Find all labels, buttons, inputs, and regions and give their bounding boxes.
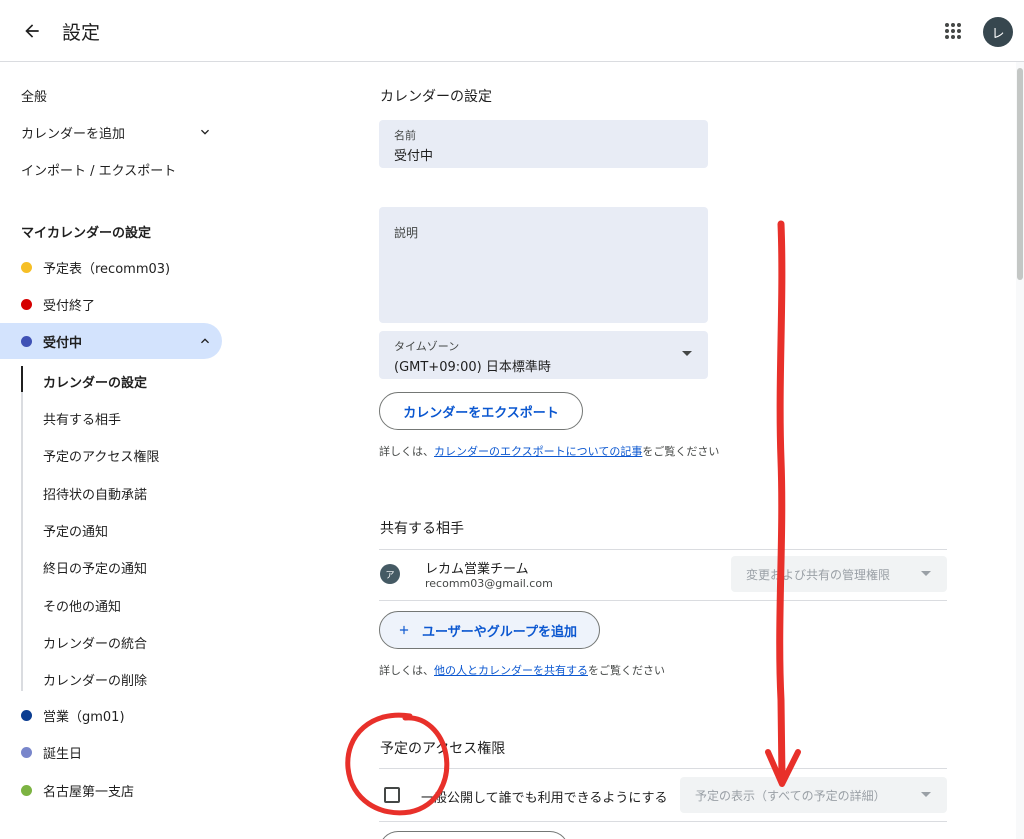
apps-button[interactable] [941,19,965,43]
sub-item-delete-calendar[interactable]: カレンダーの削除 [43,670,147,689]
sidebar-calendar-birthdays[interactable]: 誕生日 [0,734,222,770]
dropdown-arrow-icon [921,571,931,576]
description-field-label: 説明 [394,226,419,240]
permission-value: 変更および共有の管理権限 [746,567,891,582]
sub-item-event-notifications[interactable]: 予定の通知 [43,521,108,540]
calendar-label: 受付中 [43,335,83,351]
sub-item-calendar-settings[interactable]: カレンダーの設定 [43,372,147,391]
scrollbar-thumb[interactable] [1017,68,1023,280]
calendar-color-dot [21,709,32,721]
timezone-field-value: (GMT+09:00) 日本標準時 [394,360,551,375]
add-people-label: ユーザーやグループを追加 [422,624,577,640]
sub-item-auto-accept[interactable]: 招待状の自動承諾 [43,484,147,503]
sidebar-calendar-sales[interactable]: 営業（gm01) [0,697,222,733]
share-permission-select[interactable]: 変更および共有の管理権限 [731,556,947,592]
access-permissions-heading: 予定のアクセス権限 [380,741,506,757]
share-with-heading: 共有する相手 [380,521,464,537]
hint-suffix: をご覧ください [642,445,720,458]
settings-main: カレンダーの設定 名前 受付中 説明 タイムゾーン (GMT+09:00) 日本… [240,62,1024,839]
app-header: 設定 レ [0,0,1024,62]
sidebar-calendar-nagoya[interactable]: 名古屋第一支店 [0,772,222,808]
export-calendar-button[interactable]: カレンダーをエクスポート [379,392,583,430]
hint-prefix: 詳しくは、 [379,664,434,677]
shared-user-avatar: ア [380,564,400,584]
back-button[interactable] [18,17,46,45]
divider [379,549,947,550]
name-field[interactable]: 名前 受付中 [379,120,708,168]
calendar-color-dot [21,784,32,796]
sub-item-allday-notifications[interactable]: 終日の予定の通知 [43,558,147,577]
calendar-label: 予定表（recomm03) [43,261,171,277]
timezone-select[interactable]: タイムゾーン (GMT+09:00) 日本標準時 [379,331,708,379]
page-title: 設定 [62,22,101,44]
sub-item-integrate-calendar[interactable]: カレンダーの統合 [43,633,147,652]
share-article-link[interactable]: 他の人とカレンダーを共有する [434,664,588,677]
sidebar-calendar-yoteihyo[interactable]: 予定表（recomm03) [0,249,222,285]
dropdown-arrow-icon [921,792,931,797]
sidebar-calendar-accepting[interactable]: 受付中 [0,323,222,359]
divider [379,821,947,822]
partial-button[interactable] [379,831,569,839]
account-avatar[interactable]: レ [983,17,1013,47]
hint-suffix: をご覧ください [588,664,665,677]
calendar-label: 営業（gm01) [43,709,125,725]
sidebar-item-add-calendar[interactable]: カレンダーを追加 [0,114,222,150]
timezone-field-label: タイムゾーン [394,340,460,353]
visibility-value: 予定の表示（すべての予定の詳細） [695,788,886,803]
name-field-label: 名前 [394,129,416,142]
sidebar-item-label: カレンダーを追加 [21,126,126,142]
shared-user-email: recomm03@gmail.com [425,577,553,590]
my-calendars-heading: マイカレンダーの設定 [21,226,152,241]
calendar-color-dot [21,335,32,347]
name-field-value: 受付中 [394,149,434,164]
settings-sidebar: 全般 カレンダーを追加 インポート / エクスポート マイカレンダーの設定 予定… [0,62,240,839]
sub-nav-active-indicator [21,366,23,392]
dropdown-arrow-icon [682,351,692,356]
sidebar-item-label: 全般 [21,89,48,105]
export-hint: 詳しくは、カレンダーのエクスポートについての記事をご覧ください [379,443,719,459]
public-checkbox[interactable] [384,787,400,803]
arrow-left-icon [25,24,39,38]
public-visibility-select[interactable]: 予定の表示（すべての予定の詳細） [680,777,947,813]
hint-prefix: 詳しくは、 [379,445,434,458]
calendar-label: 受付終了 [43,298,96,314]
plus-icon [399,625,409,635]
export-article-link[interactable]: カレンダーのエクスポートについての記事 [434,445,642,458]
calendar-label: 誕生日 [43,746,83,762]
sidebar-calendar-closed[interactable]: 受付終了 [0,286,222,322]
sub-item-other-notifications[interactable]: その他の通知 [43,596,121,615]
public-checkbox-label: 一般公開して誰でも利用できるようにする [421,791,668,806]
calendar-color-dot [21,298,32,310]
divider [379,600,947,601]
sub-nav-rail [21,366,23,691]
divider [379,768,947,769]
sub-item-share-with[interactable]: 共有する相手 [43,409,121,428]
sidebar-item-label: インポート / エクスポート [21,163,177,179]
sidebar-item-import-export[interactable]: インポート / エクスポート [0,151,222,187]
sub-item-access-permissions[interactable]: 予定のアクセス権限 [43,446,159,465]
chevron-up-icon [201,338,209,344]
apps-grid-icon [945,23,961,39]
description-field[interactable]: 説明 [379,207,708,323]
shared-user-name: レカム営業チーム [425,562,529,577]
calendar-color-dot [21,261,32,273]
sidebar-item-general[interactable]: 全般 [0,77,222,113]
calendar-color-dot [21,746,32,758]
calendar-settings-heading: カレンダーの設定 [380,89,492,105]
add-people-button[interactable]: ユーザーやグループを追加 [379,611,600,649]
share-hint: 詳しくは、他の人とカレンダーを共有するをご覧ください [379,662,665,678]
calendar-label: 名古屋第一支店 [43,784,135,800]
chevron-down-icon [201,129,209,135]
